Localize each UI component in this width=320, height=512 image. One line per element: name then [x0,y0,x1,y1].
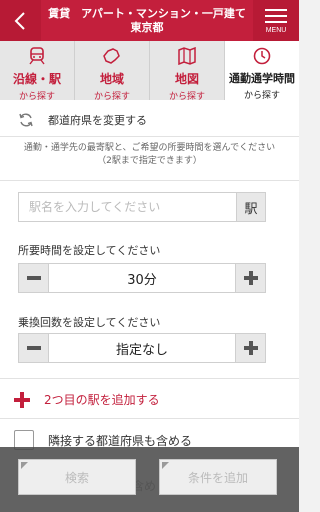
tab-map[interactable]: 地図 から探す [150,41,225,102]
change-prefecture-link[interactable]: 都道府県を変更する [0,105,299,135]
tab-commute-time[interactable]: 通勤通学時間 から探す [225,41,299,101]
clock-icon [252,47,272,69]
back-button[interactable] [0,0,41,41]
transfers-label: 乗換回数を設定してください [18,316,161,329]
tab-title: 地図 [174,72,199,86]
transfers-stepper: 指定なし [18,333,266,363]
travel-time-label: 所要時間を設定してください [18,244,161,257]
plus-icon [243,341,258,355]
add-condition-label: 条件を追加 [187,470,248,485]
minus-icon [26,276,41,280]
tab-line-station[interactable]: 沿線・駅 から探す [0,41,75,102]
corner-mark-icon [21,462,28,469]
add-icon [14,391,30,408]
map-icon [177,46,197,69]
instruction-line2: （2駅まで指定できます） [97,156,202,166]
travel-time-increase-button[interactable] [235,264,265,292]
refresh-icon [19,113,33,127]
hamburger-icon [265,9,287,11]
hamburger-bar [265,15,287,17]
transfers-decrease-button[interactable] [19,334,49,362]
tab-title: 地域 [99,72,124,86]
transfers-increase-button[interactable] [235,334,265,362]
add-station-label: 2つ目の駅を追加する [44,393,160,407]
tab-title: 通勤通学時間 [229,72,295,85]
title-line1: 賃貸 アパート・マンション・一戸建て [48,6,246,20]
travel-time-decrease-button[interactable] [19,264,49,292]
header-bar: 賃貸 アパート・マンション・一戸建て 東京都 MENU [0,0,299,41]
menu-label: MENU [265,27,287,34]
change-prefecture-label: 都道府県を変更する [48,114,147,127]
instruction-line1: 通勤・通学先の最寄駅と、ご希望の所要時間を選んでください [23,143,276,153]
search-method-tabs: 沿線・駅 から探す 地域 から探す 地図 から探す 通勤通学時間 から探す [0,41,299,102]
add-condition-button[interactable]: 条件を追加 [159,459,277,495]
plus-icon [243,271,258,285]
search-button-label: 検索 [64,470,89,485]
minus-icon [26,346,41,350]
region-map-icon [102,47,122,69]
title-line2: 東京都 [130,20,164,34]
neighbor-prefecture-label: 隣接する都道府県も含める [48,433,193,448]
search-button[interactable]: 検索 [18,459,136,495]
hamburger-bar [265,21,287,23]
station-name-input[interactable] [19,193,236,221]
menu-button[interactable]: MENU [253,0,299,41]
corner-mark-icon [162,462,169,469]
page-title: 賃貸 アパート・マンション・一戸建て 東京都 [41,0,253,41]
station-button[interactable]: 駅 [236,193,265,221]
add-second-station-link[interactable]: 2つ目の駅を追加する [14,391,160,408]
transfers-value: 指定なし [115,342,168,358]
train-icon [27,47,47,69]
travel-time-stepper: 30分 [18,263,266,293]
station-search: 駅 [18,192,266,222]
divider [0,180,299,181]
tab-region[interactable]: 地域 から探す [75,41,150,102]
divider [0,136,299,137]
instruction-text: 通勤・通学先の最寄駅と、ご希望の所要時間を選んでください （2駅まで指定できます… [0,142,299,168]
tab-title: 沿線・駅 [12,72,61,86]
footer-action-bar: 含め 検索 条件を追加 [0,447,299,512]
travel-time-value: 30分 [127,272,157,288]
chevron-left-icon [14,11,25,30]
divider [0,378,299,379]
divider [0,418,299,419]
